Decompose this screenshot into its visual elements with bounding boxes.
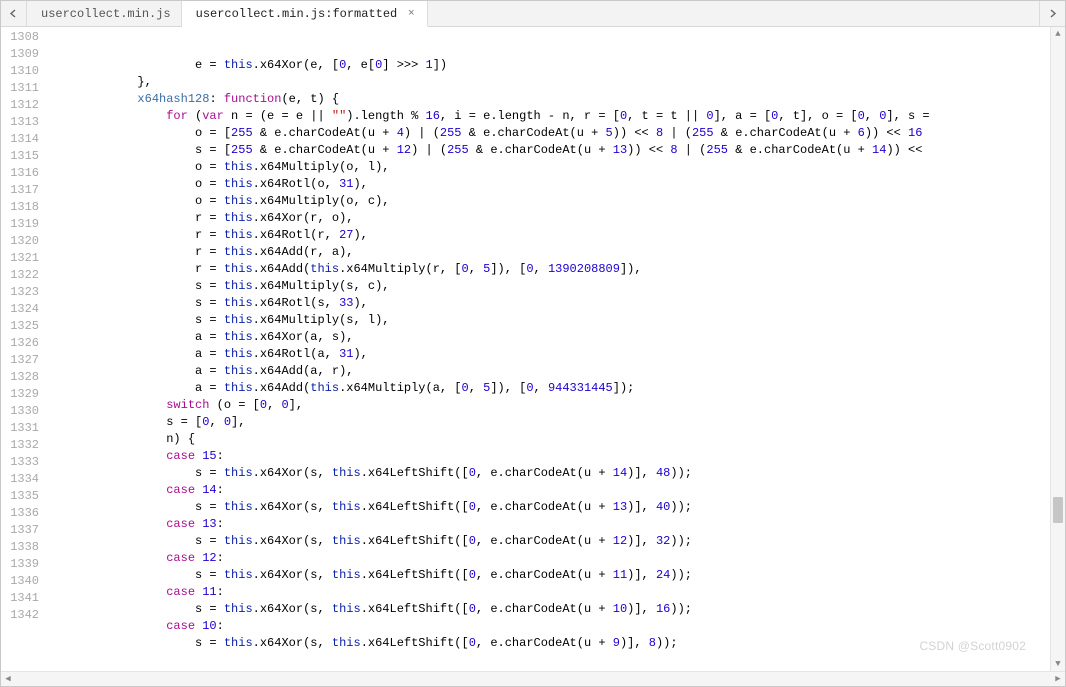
code-line[interactable]: s = this.x64Xor(s, this.x64LeftShift([0,… xyxy=(51,567,1050,584)
code-line[interactable]: switch (o = [0, 0], xyxy=(51,397,1050,414)
scroll-up-arrow[interactable]: ▲ xyxy=(1051,27,1065,41)
code-line[interactable]: case 11: xyxy=(51,584,1050,601)
code-line[interactable]: s = this.x64Xor(s, this.x64LeftShift([0,… xyxy=(51,499,1050,516)
code-line[interactable]: a = this.x64Xor(a, s), xyxy=(51,329,1050,346)
line-number: 1321 xyxy=(1,250,39,267)
line-number: 1335 xyxy=(1,488,39,505)
tab-bar: usercollect.min.js usercollect.min.js:for… xyxy=(1,1,1065,27)
line-number: 1309 xyxy=(1,46,39,63)
code-line[interactable]: r = this.x64Xor(r, o), xyxy=(51,210,1050,227)
code-line[interactable]: e = this.x64Xor(e, [0, e[0] >>> 1]) xyxy=(51,57,1050,74)
code-line[interactable]: s = [255 & e.charCodeAt(u + 12) | (255 &… xyxy=(51,142,1050,159)
line-number: 1341 xyxy=(1,590,39,607)
line-number: 1325 xyxy=(1,318,39,335)
code-line[interactable]: r = this.x64Add(this.x64Multiply(r, [0, … xyxy=(51,261,1050,278)
line-number: 1340 xyxy=(1,573,39,590)
code-line[interactable]: x64hash128: function(e, t) { xyxy=(51,91,1050,108)
vertical-scrollbar[interactable]: ▲ ▼ xyxy=(1050,27,1065,671)
line-number: 1313 xyxy=(1,114,39,131)
line-number: 1327 xyxy=(1,352,39,369)
code-line[interactable]: a = this.x64Add(this.x64Multiply(a, [0, … xyxy=(51,380,1050,397)
code-line[interactable]: o = this.x64Multiply(o, c), xyxy=(51,193,1050,210)
code-line[interactable]: case 10: xyxy=(51,618,1050,635)
line-number: 1322 xyxy=(1,267,39,284)
code-line[interactable]: n) { xyxy=(51,431,1050,448)
line-number: 1331 xyxy=(1,420,39,437)
line-number: 1334 xyxy=(1,471,39,488)
line-number: 1339 xyxy=(1,556,39,573)
line-number: 1318 xyxy=(1,199,39,216)
tab-scroll-right[interactable] xyxy=(1039,1,1065,26)
code-line[interactable]: s = this.x64Xor(s, this.x64LeftShift([0,… xyxy=(51,601,1050,618)
line-number-gutter: 1308130913101311131213131314131513161317… xyxy=(1,27,47,671)
line-number: 1338 xyxy=(1,539,39,556)
code-line[interactable]: o = this.x64Rotl(o, 31), xyxy=(51,176,1050,193)
code-line[interactable]: case 15: xyxy=(51,448,1050,465)
code-line[interactable]: s = this.x64Xor(s, this.x64LeftShift([0,… xyxy=(51,533,1050,550)
scroll-left-arrow[interactable]: ◀ xyxy=(1,672,15,686)
triangle-right-icon xyxy=(1048,9,1057,18)
tab-scroll-left[interactable] xyxy=(1,1,27,26)
code-line[interactable]: s = this.x64Multiply(s, l), xyxy=(51,312,1050,329)
code-line[interactable]: s = this.x64Rotl(s, 33), xyxy=(51,295,1050,312)
code-line[interactable]: o = [255 & e.charCodeAt(u + 4) | (255 & … xyxy=(51,125,1050,142)
code-line[interactable]: a = this.x64Add(a, r), xyxy=(51,363,1050,380)
code-line[interactable]: r = this.x64Add(r, a), xyxy=(51,244,1050,261)
line-number: 1328 xyxy=(1,369,39,386)
tab-label: usercollect.min.js:formatted xyxy=(196,7,398,21)
line-number: 1342 xyxy=(1,607,39,624)
vertical-scrollbar-thumb[interactable] xyxy=(1053,497,1063,523)
code-line[interactable]: s = [0, 0], xyxy=(51,414,1050,431)
line-number: 1326 xyxy=(1,335,39,352)
code-line[interactable]: o = this.x64Multiply(o, l), xyxy=(51,159,1050,176)
line-number: 1311 xyxy=(1,80,39,97)
line-number: 1337 xyxy=(1,522,39,539)
code-line[interactable]: for (var n = (e = e || "").length % 16, … xyxy=(51,108,1050,125)
line-number: 1310 xyxy=(1,63,39,80)
triangle-left-icon xyxy=(9,9,18,18)
line-number: 1324 xyxy=(1,301,39,318)
tab-label: usercollect.min.js xyxy=(41,7,171,21)
line-number: 1330 xyxy=(1,403,39,420)
editor-frame: usercollect.min.js usercollect.min.js:for… xyxy=(0,0,1066,687)
code-line[interactable]: case 13: xyxy=(51,516,1050,533)
line-number: 1317 xyxy=(1,182,39,199)
code-line[interactable]: a = this.x64Rotl(a, 31), xyxy=(51,346,1050,363)
line-number: 1336 xyxy=(1,505,39,522)
code-line[interactable]: s = this.x64Xor(s, this.x64LeftShift([0,… xyxy=(51,465,1050,482)
code-area[interactable]: e = this.x64Xor(e, [0, e[0] >>> 1]) }, x… xyxy=(47,27,1050,671)
tab[interactable]: usercollect.min.js xyxy=(27,1,182,26)
line-number: 1320 xyxy=(1,233,39,250)
line-number: 1314 xyxy=(1,131,39,148)
scroll-right-arrow[interactable]: ▶ xyxy=(1051,672,1065,686)
line-number: 1316 xyxy=(1,165,39,182)
line-number: 1332 xyxy=(1,437,39,454)
line-number: 1323 xyxy=(1,284,39,301)
close-icon[interactable]: × xyxy=(405,8,417,20)
horizontal-scrollbar[interactable]: ◀ ▶ xyxy=(1,671,1065,686)
code-editor[interactable]: 1308130913101311131213131314131513161317… xyxy=(1,27,1065,671)
scroll-down-arrow[interactable]: ▼ xyxy=(1051,657,1065,671)
code-line[interactable]: s = this.x64Multiply(s, c), xyxy=(51,278,1050,295)
line-number: 1308 xyxy=(1,29,39,46)
line-number: 1312 xyxy=(1,97,39,114)
code-line[interactable]: case 14: xyxy=(51,482,1050,499)
code-line[interactable]: }, xyxy=(51,74,1050,91)
code-line[interactable]: r = this.x64Rotl(r, 27), xyxy=(51,227,1050,244)
code-line[interactable]: s = this.x64Xor(s, this.x64LeftShift([0,… xyxy=(51,635,1050,652)
line-number: 1315 xyxy=(1,148,39,165)
line-number: 1329 xyxy=(1,386,39,403)
code-line[interactable]: case 12: xyxy=(51,550,1050,567)
line-number: 1333 xyxy=(1,454,39,471)
line-number: 1319 xyxy=(1,216,39,233)
tab[interactable]: usercollect.min.js:formatted × xyxy=(182,1,429,27)
